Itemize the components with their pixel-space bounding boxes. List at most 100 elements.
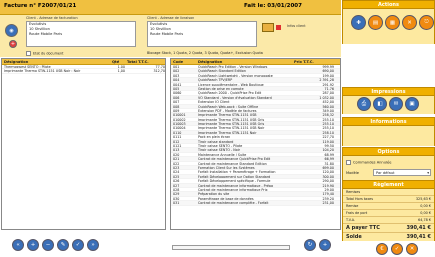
- model-select[interactable]: Par défaut ▾: [373, 169, 431, 176]
- delivery-address-field[interactable]: Evolutivis 10 Shvillion Route Mobile Par…: [147, 21, 257, 47]
- pdf-icon[interactable]: ▣: [405, 97, 419, 111]
- product-cell: 219,90: [322, 183, 334, 187]
- product-cell: 006: [173, 95, 180, 100]
- print-icon[interactable]: ⎙: [357, 97, 371, 111]
- product-cell: Forfait Développement spécifique - Formu…: [198, 179, 271, 183]
- payment-icon[interactable]: €: [376, 243, 388, 255]
- close-icon[interactable]: ⎋: [419, 15, 434, 30]
- validate-icon[interactable]: ✓: [72, 239, 84, 251]
- add-client-icon[interactable]: +: [9, 40, 17, 48]
- product-cell: 013: [173, 148, 180, 152]
- save-icon[interactable]: ▤: [368, 15, 383, 30]
- client-icon[interactable]: ◉: [5, 24, 18, 37]
- chevron-down-icon: ▾: [427, 171, 429, 175]
- col-price[interactable]: Prix T.T.C.: [292, 59, 337, 64]
- amount-due-label: A payer TTC: [346, 225, 380, 231]
- product-cell: 023: [173, 165, 180, 170]
- invoice-line-cell: Imprimante Thermo STW-1151 USB Noir : No…: [4, 69, 81, 73]
- info-label: Infos client: [287, 24, 306, 28]
- client-address-area: ◉ + Client - Adresse de facturation Evol…: [0, 15, 341, 57]
- product-cell: Maintenance Annuelle / Suite: [198, 152, 247, 157]
- catalog-add-icon[interactable]: +: [319, 239, 331, 251]
- product-cell: Contrat de maintenance Standard Edition: [198, 161, 267, 165]
- cancelled-checkbox[interactable]: [346, 160, 351, 165]
- product-cell: 012: [173, 139, 180, 144]
- next-record-icon[interactable]: »: [87, 239, 99, 251]
- invoice-line-cell: Thermoswest SENTO : Pilote: [4, 65, 51, 69]
- balance-value: 390,41 €: [406, 234, 431, 240]
- product-cell: Gestion de prise en compte: [198, 86, 244, 91]
- total-value: 325,63 €: [415, 197, 431, 201]
- first-record-icon[interactable]: «: [12, 239, 24, 251]
- billing-address-field[interactable]: Evolutivis 10 Shvillion Route Mobile Par…: [26, 21, 136, 47]
- new-invoice-icon[interactable]: ✚: [351, 15, 366, 30]
- delivery-label: Client - Adresse de livraison: [147, 16, 195, 20]
- product-row[interactable]: 031 Contrat de maintenance complète - For…: [171, 201, 340, 206]
- product-cell: 025: [173, 174, 180, 179]
- sidebar: Actions ✚ ▤ ▦ ✕ ⎋ Impressions ⎙ ◧ ✉ ▣ In…: [342, 0, 435, 257]
- product-cell: Imprimante Thermo STW-1151 USB: [198, 113, 257, 117]
- product-cell: Extension IO Client: [198, 100, 230, 104]
- product-cell: 0121: [173, 144, 182, 148]
- horizontal-scrollbar[interactable]: [172, 245, 290, 250]
- validate-payment-icon[interactable]: ✓: [391, 243, 403, 255]
- informations-title: Informations: [342, 117, 435, 126]
- col-product-designation[interactable]: Désignation: [196, 59, 292, 64]
- product-cell: Forfait Développement sur Option Standar…: [198, 174, 271, 179]
- product-cell: 030: [173, 196, 180, 201]
- product-cell: 010004: [173, 126, 186, 130]
- edit-line-icon[interactable]: ✎: [57, 239, 69, 251]
- document-state: Etat du document: [26, 51, 63, 56]
- cancelled-label: Commandes Annulée: [353, 160, 392, 165]
- delete-icon[interactable]: ✕: [402, 15, 417, 30]
- invoice-lines-grid: Désignation Qté Total T.T.C. Thermoswest…: [1, 58, 166, 230]
- product-cell: 66,99: [324, 157, 334, 161]
- product-cell: 227,70: [322, 135, 334, 139]
- invoice-line-cell: 77,70: [155, 65, 165, 69]
- duplicate-icon[interactable]: ▦: [385, 15, 400, 30]
- product-cell: 255,10: [322, 126, 334, 130]
- product-cell: Préparation du site: [198, 192, 230, 196]
- product-cell: 290,00: [322, 179, 334, 183]
- total-row: Remises: [343, 189, 434, 196]
- invoice-line-cell: 1,00: [117, 69, 125, 73]
- document-state-checkbox[interactable]: [26, 51, 31, 56]
- product-cell: 690,00: [322, 69, 334, 73]
- product-cell: 028: [173, 187, 180, 192]
- cancel-payment-icon[interactable]: ✕: [406, 243, 418, 255]
- col-total[interactable]: Total T.T.C.: [125, 59, 165, 64]
- add-line-icon[interactable]: +: [27, 239, 39, 251]
- col-code[interactable]: Code: [171, 59, 196, 64]
- product-cell: 010002: [173, 117, 186, 122]
- stock-options: Blocage Stock, 1 Quota, 2 Quota, 3 Quota…: [147, 51, 263, 55]
- product-cell: 005: [173, 86, 180, 91]
- product-cell: Extension PDF - Modèle de factures: [198, 108, 257, 113]
- product-cell: 99,50: [324, 144, 334, 148]
- catalog-refresh-icon[interactable]: ↻: [304, 239, 316, 251]
- invoice-line-cell: 312,70: [153, 69, 165, 73]
- total-row: Remise 0,00 €: [343, 203, 434, 210]
- product-cell: 009: [173, 108, 180, 113]
- col-qty[interactable]: Qté: [110, 59, 125, 64]
- product-cell: 31,80: [324, 161, 334, 165]
- product-cell: Tiroir caisse SENTO - Pilote: [198, 144, 243, 148]
- product-cell: 291,92: [322, 82, 334, 86]
- product-cell: Tiroir caisse standard: [198, 139, 234, 144]
- product-cell: Imprimante Thermo STW-1151 USB Gris: [198, 122, 265, 126]
- product-cell: Forfait Installation + Paramétrage + For…: [198, 170, 276, 174]
- email-icon[interactable]: ✉: [389, 97, 403, 111]
- total-label: Frais de port: [346, 211, 368, 215]
- info-card-icon[interactable]: [262, 23, 274, 32]
- product-cell: QuickReach Standard Edition: [198, 69, 246, 73]
- product-cell: 71,76: [324, 86, 334, 91]
- remove-line-icon[interactable]: −: [42, 239, 54, 251]
- product-cell: 007: [173, 100, 180, 104]
- preview-icon[interactable]: ◧: [373, 97, 387, 111]
- product-cell: Licence supplémentaire - Web Boutique: [198, 82, 264, 86]
- product-cell: 258,10: [322, 130, 334, 135]
- product-cell: 0041: [173, 82, 182, 86]
- col-designation[interactable]: Désignation: [2, 59, 110, 64]
- product-cell: Contrat de maintenance informatique Prix: [198, 187, 268, 192]
- invoice-line-row[interactable]: Imprimante Thermo STW-1151 USB Noir : No…: [2, 69, 165, 74]
- actions-panel: ✚ ▤ ▦ ✕ ⎋: [342, 9, 435, 44]
